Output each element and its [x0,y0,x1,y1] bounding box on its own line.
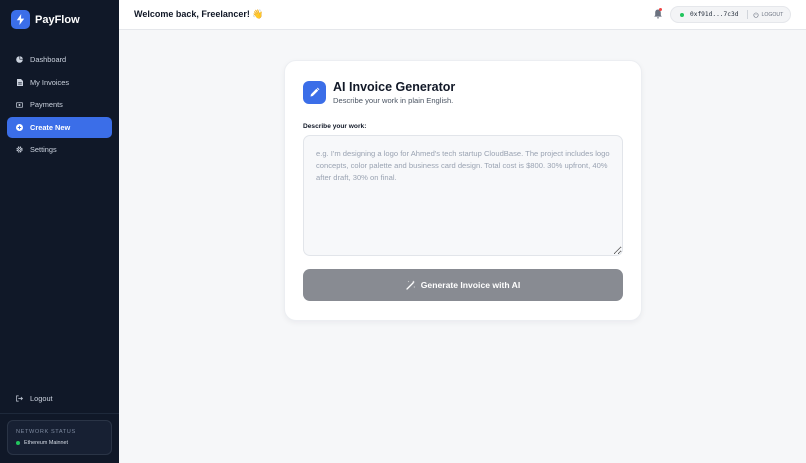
network-online-dot-icon [16,441,20,445]
sidebar-item-label: Dashboard [30,55,67,64]
work-description-textarea[interactable] [303,135,623,256]
top-header: Welcome back, Freelancer! 👋 0xf91d...7c3… [119,0,806,30]
generate-button-label: Generate Invoice with AI [420,280,521,290]
wallet-separator [747,10,749,19]
welcome-message: Welcome back, Freelancer! 👋 [134,9,264,19]
sidebar: PayFlow Dashboard My Invoices Payments C… [0,0,119,463]
sidebar-item-label: Settings [30,145,57,154]
pencil-icon [303,81,326,104]
card-subtitle: Describe your work in plain English. [333,96,454,105]
network-status-label: NETWORK STATUS [16,429,76,435]
sidebar-item-create-new[interactable]: Create New [7,116,112,138]
sidebar-logout-button[interactable]: Logout [7,388,112,409]
ai-invoice-generator-card: AI Invoice Generator Describe your work … [284,60,642,321]
logout-label: Logout [30,394,53,403]
sidebar-item-label: Payments [30,100,63,109]
wallet-pill: 0xf91d...7c3d LOGOUT [670,6,791,23]
card-title: AI Invoice Generator [333,80,456,94]
magic-wand-icon [406,280,415,290]
network-status-panel: NETWORK STATUS Ethereum Mainnet [7,420,112,455]
lightning-logo-icon [11,10,30,29]
payments-icon [16,101,23,108]
sidebar-nav: Dashboard My Invoices Payments Create Ne… [7,49,112,162]
sidebar-item-my-invoices[interactable]: My Invoices [7,72,112,93]
notification-dot-icon [659,8,662,11]
logout-icon [16,395,23,402]
sidebar-item-dashboard[interactable]: Dashboard [7,49,112,70]
document-icon [16,78,23,86]
brand-name: PayFlow [35,13,80,26]
sidebar-item-payments[interactable]: Payments [7,94,112,115]
wallet-address[interactable]: 0xf91d...7c3d [690,11,738,18]
header-logout-button[interactable]: LOGOUT [753,12,783,18]
plus-circle-icon [16,123,23,131]
power-icon [753,11,759,18]
gear-icon [16,146,23,153]
network-status-row: Ethereum Mainnet [16,440,103,446]
description-field-label: Describe your work: [303,123,367,130]
network-name: Ethereum Mainnet [24,440,69,446]
dashboard-icon [16,56,23,63]
generate-invoice-button[interactable]: Generate Invoice with AI [303,269,623,301]
sidebar-item-label: Create New [30,122,71,132]
sidebar-item-settings[interactable]: Settings [7,139,112,160]
header-logout-label: LOGOUT [761,11,784,18]
wallet-connected-dot-icon [680,12,684,17]
sidebar-divider [0,413,119,414]
brand[interactable]: PayFlow [11,10,80,29]
sidebar-item-label: My Invoices [30,77,70,87]
